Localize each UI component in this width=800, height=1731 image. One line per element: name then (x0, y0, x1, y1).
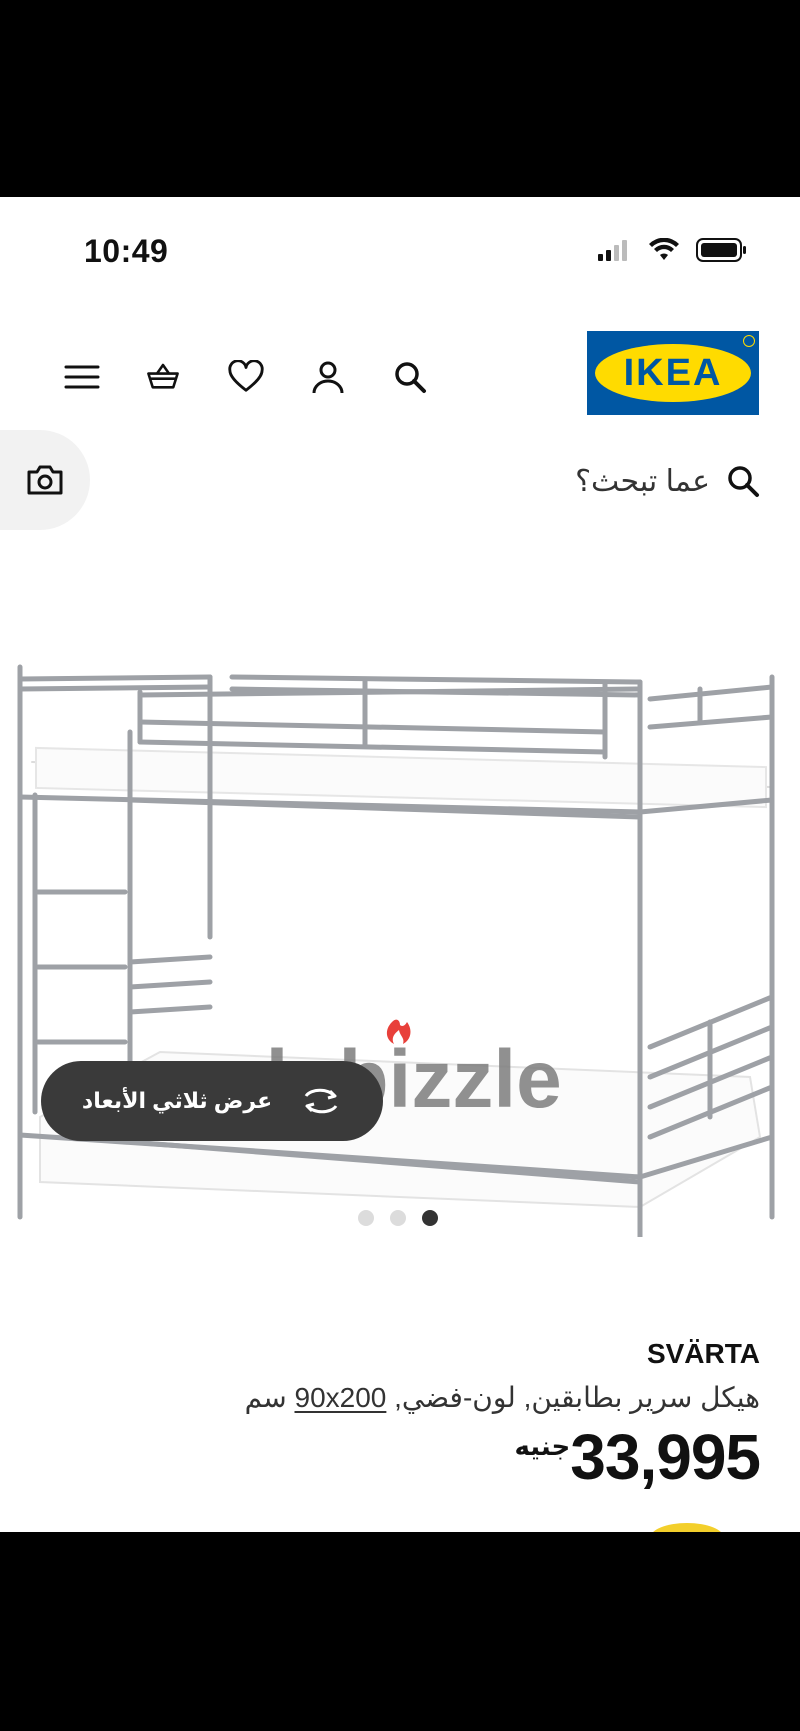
product-size-unit: سم (244, 1382, 287, 1413)
product-description: هيكل سرير بطابقين, لون-فضي, 90x200 سم (245, 1381, 760, 1414)
cellular-signal-icon (598, 240, 627, 261)
rotate-3d-icon (304, 1088, 338, 1114)
carousel-dot[interactable] (390, 1210, 406, 1226)
status-bar: 10:49 (0, 197, 800, 269)
product-description-text: هيكل سرير بطابقين, لون-فضي, (394, 1382, 760, 1413)
status-icons (596, 237, 748, 263)
product-size-link[interactable]: 90x200 (295, 1382, 387, 1413)
product-price: جنيه 33,995 (514, 1421, 761, 1493)
battery-icon (696, 238, 746, 262)
heart-icon[interactable] (228, 359, 264, 395)
carousel-dots (358, 1210, 438, 1226)
search-field-icon (728, 466, 759, 497)
user-icon[interactable] (310, 359, 346, 395)
menu-icon[interactable] (64, 359, 100, 395)
logo-text: IKEA (623, 351, 723, 394)
product-name: SVÄRTA (646, 1338, 760, 1369)
view-3d-label: عرض ثلاثي الأبعاد (81, 1088, 273, 1113)
search-field[interactable]: عما تبحث؟ (575, 459, 760, 503)
carousel-dot[interactable] (358, 1210, 374, 1226)
camera-icon (27, 465, 63, 495)
wifi-icon (649, 238, 679, 260)
view-3d-button[interactable]: عرض ثلاثي الأبعاد (41, 1061, 383, 1141)
carousel-dot-active[interactable] (422, 1210, 438, 1226)
phone-screen: 10:49 IKEA عما تبحث؟ dubizzle عرض ثلاثي … (0, 197, 800, 1532)
ikea-logo[interactable]: IKEA (587, 331, 759, 415)
basket-icon[interactable] (145, 359, 181, 395)
camera-search-button[interactable] (0, 430, 90, 530)
status-time: 10:49 (84, 233, 169, 269)
search-icon[interactable] (392, 359, 428, 395)
search-placeholder: عما تبحث؟ (575, 464, 710, 498)
price-currency: جنيه (514, 1431, 571, 1461)
price-value: 33,995 (570, 1421, 761, 1493)
floating-button-peek[interactable] (650, 1523, 724, 1532)
